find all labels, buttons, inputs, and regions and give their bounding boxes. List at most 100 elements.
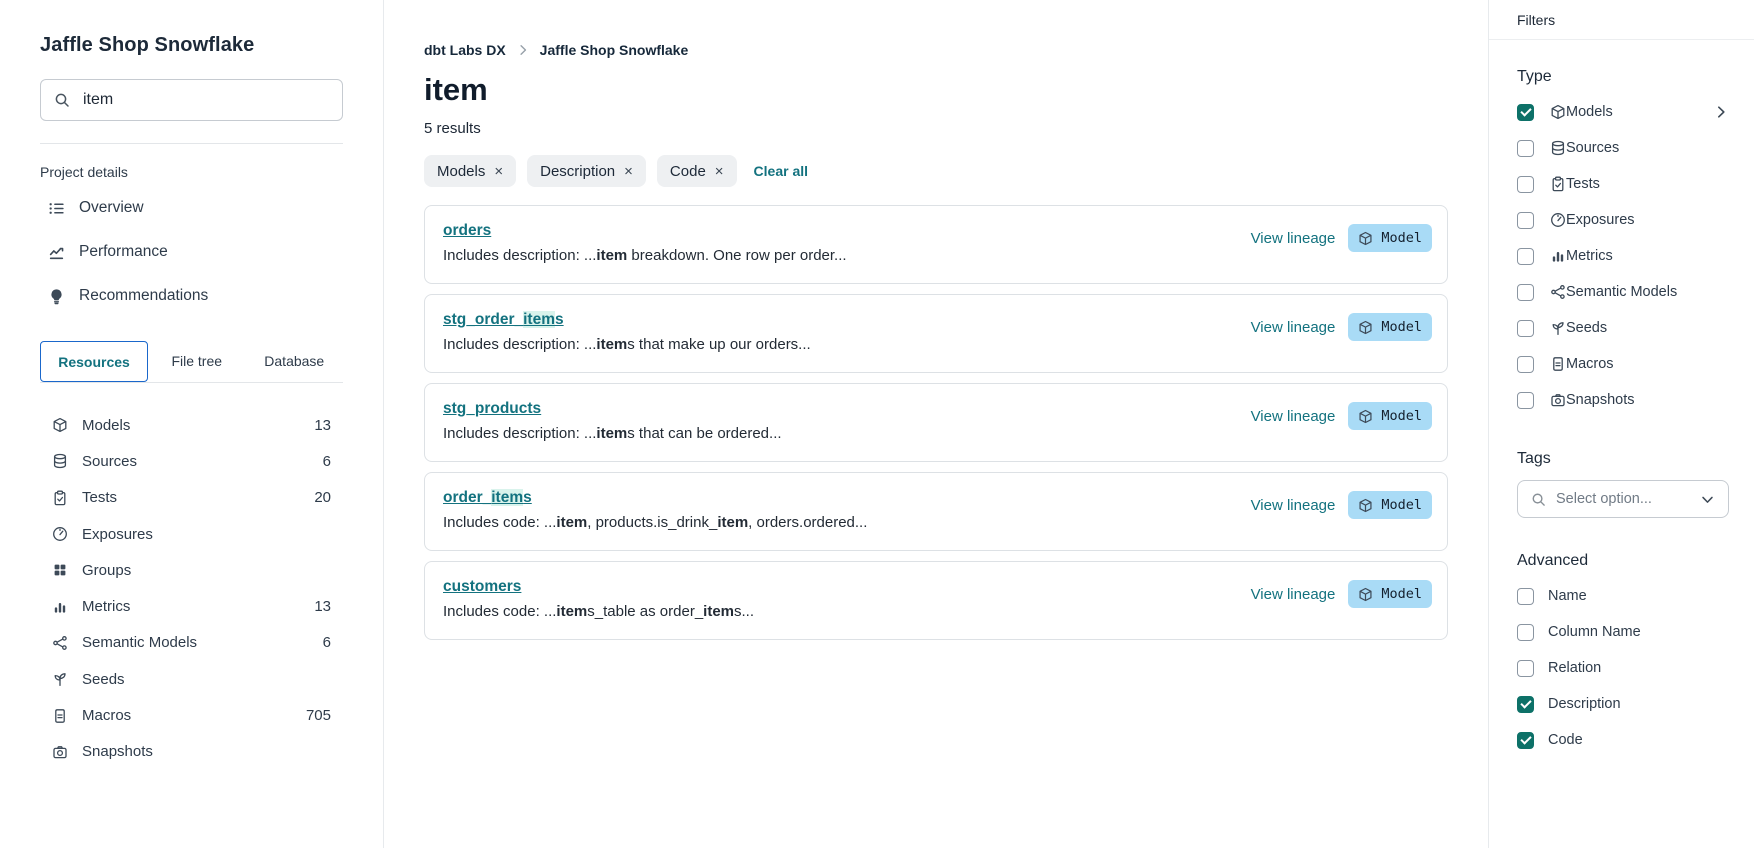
seeds-checkbox[interactable] <box>1517 320 1534 337</box>
close-icon[interactable]: × <box>494 163 503 180</box>
view-lineage-link[interactable]: View lineage <box>1251 497 1336 514</box>
sidebar-item-performance[interactable]: Performance <box>40 230 343 274</box>
result-description: Includes code: ...item, products.is_drin… <box>443 513 867 533</box>
advanced-heading: Advanced <box>1517 552 1729 570</box>
results-list: orders Includes description: ...item bre… <box>424 205 1448 640</box>
tab-resources[interactable]: Resources <box>40 341 148 382</box>
bar-chart-icon <box>52 599 82 615</box>
view-lineage-link[interactable]: View lineage <box>1251 408 1336 425</box>
gauge-icon <box>52 526 82 542</box>
breadcrumb-item-dbt-labs-dx[interactable]: dbt Labs DX <box>424 42 506 58</box>
metrics-checkbox[interactable] <box>1517 248 1534 265</box>
close-icon[interactable]: × <box>624 163 633 180</box>
code-checkbox[interactable] <box>1517 732 1534 749</box>
filter-label: Macros <box>1566 356 1614 372</box>
tab-database[interactable]: Database <box>246 353 344 369</box>
result-link[interactable]: customers <box>443 578 521 595</box>
breadcrumb: dbt Labs DX Jaffle Shop Snowflake <box>424 42 1448 58</box>
sidebar-item-models[interactable]: Models 13 <box>40 407 343 443</box>
project-details-label: Project details <box>40 164 343 180</box>
project-sidebar: Jaffle Shop Snowflake Project details Ov… <box>0 0 384 848</box>
relation-checkbox[interactable] <box>1517 660 1534 677</box>
filter-label: Code <box>1548 732 1583 748</box>
sidebar-item-overview[interactable]: Overview <box>40 186 343 230</box>
models-checkbox[interactable] <box>1517 104 1534 121</box>
card-main: order_items Includes code: ...item, prod… <box>443 489 867 533</box>
filter-type-macros: Macros <box>1517 346 1729 382</box>
resource-label: Exposures <box>82 526 153 543</box>
search-input[interactable] <box>81 90 329 110</box>
chip-label: Code <box>670 163 706 180</box>
resource-label: Sources <box>82 453 137 470</box>
sidebar-item-snapshots[interactable]: Snapshots <box>40 734 343 770</box>
view-lineage-link[interactable]: View lineage <box>1251 586 1336 603</box>
macros-checkbox[interactable] <box>1517 356 1534 373</box>
name-checkbox[interactable] <box>1517 588 1534 605</box>
description-checkbox[interactable] <box>1517 696 1534 713</box>
view-lineage-link[interactable]: View lineage <box>1251 319 1336 336</box>
snapshots-checkbox[interactable] <box>1517 392 1534 409</box>
resource-label: Macros <box>82 707 131 724</box>
tests-checkbox[interactable] <box>1517 176 1534 193</box>
list-icon <box>48 200 65 217</box>
card-actions: View lineage Model <box>1251 489 1432 519</box>
result-link[interactable]: orders <box>443 222 491 239</box>
sidebar-item-sources[interactable]: Sources 6 <box>40 443 343 479</box>
sidebar-item-metrics[interactable]: Metrics 13 <box>40 588 343 624</box>
card-main: stg_order_items Includes description: ..… <box>443 311 811 355</box>
resource-label: Groups <box>82 562 131 579</box>
resource-label: Tests <box>82 489 117 506</box>
sources-checkbox[interactable] <box>1517 140 1534 157</box>
cube-icon <box>1358 320 1373 335</box>
sprout-icon <box>52 671 82 687</box>
tab-file-tree[interactable]: File tree <box>148 353 246 369</box>
result-link[interactable]: stg_order_items <box>443 311 564 328</box>
clear-all-link[interactable]: Clear all <box>754 163 808 179</box>
sprout-icon <box>1550 320 1566 336</box>
exposures-checkbox[interactable] <box>1517 212 1534 229</box>
result-link[interactable]: stg_products <box>443 400 541 417</box>
tags-select[interactable]: Select option... <box>1517 480 1729 518</box>
filter-chips: Models × Description × Code × Clear all <box>424 155 1448 187</box>
database-icon <box>52 453 82 469</box>
grid-icon <box>52 562 82 578</box>
filter-label: Exposures <box>1566 212 1635 228</box>
sidebar-item-seeds[interactable]: Seeds <box>40 661 343 697</box>
sidebar-search[interactable] <box>40 79 343 121</box>
resource-label: Models <box>82 417 130 434</box>
card-main: orders Includes description: ...item bre… <box>443 222 847 266</box>
filters-title: Filters <box>1489 0 1754 40</box>
filter-label: Relation <box>1548 660 1601 676</box>
filter-type-models: Models <box>1517 94 1729 130</box>
sidebar-item-exposures[interactable]: Exposures <box>40 516 343 552</box>
column-name-checkbox[interactable] <box>1517 624 1534 641</box>
close-icon[interactable]: × <box>715 163 724 180</box>
type-heading: Type <box>1517 68 1729 86</box>
chevron-right-icon[interactable] <box>1713 104 1729 120</box>
model-badge: Model <box>1348 313 1432 341</box>
sidebar-item-semantic-models[interactable]: Semantic Models 6 <box>40 625 343 661</box>
filter-advanced-name: Name <box>1517 578 1729 614</box>
filter-label: Name <box>1548 588 1587 604</box>
badge-label: Model <box>1381 586 1422 602</box>
filter-label: Tests <box>1566 176 1600 192</box>
filter-label: Column Name <box>1548 624 1641 640</box>
sidebar-item-macros[interactable]: Macros 705 <box>40 697 343 733</box>
chevron-down-icon <box>1700 492 1715 507</box>
chip-code: Code × <box>657 155 737 187</box>
result-link[interactable]: order_items <box>443 489 532 506</box>
semantic-models-checkbox[interactable] <box>1517 284 1534 301</box>
sidebar-item-recommendations[interactable]: Recommendations <box>40 274 343 318</box>
cube-icon <box>1358 587 1373 602</box>
camera-icon <box>1550 392 1566 408</box>
resource-label: Seeds <box>82 671 125 688</box>
sidebar-item-tests[interactable]: Tests 20 <box>40 480 343 516</box>
cube-icon <box>1358 231 1373 246</box>
view-lineage-link[interactable]: View lineage <box>1251 230 1336 247</box>
cube-icon <box>1358 409 1373 424</box>
sidebar-divider <box>40 143 343 144</box>
nav-label: Overview <box>79 199 144 217</box>
sidebar-item-groups[interactable]: Groups <box>40 552 343 588</box>
result-card-stg-products: stg_products Includes description: ...it… <box>424 383 1448 462</box>
resource-label: Semantic Models <box>82 634 197 651</box>
